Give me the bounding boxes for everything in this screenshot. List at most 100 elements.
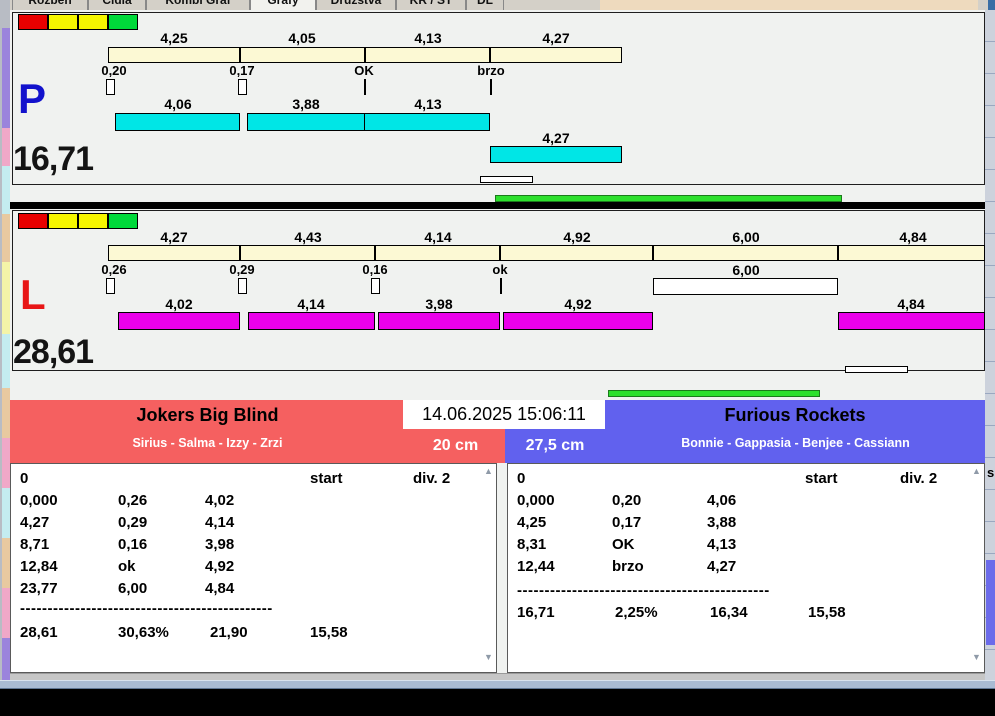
l-exchange-tick-box bbox=[371, 278, 380, 294]
status-light-yellow bbox=[48, 14, 78, 30]
status-light-green bbox=[108, 14, 138, 30]
tab-druzstva[interactable]: Druzstva bbox=[316, 0, 396, 10]
p-progress-bar bbox=[495, 195, 842, 202]
p-exchange-label: 0,20 bbox=[101, 63, 127, 78]
table-cell: 4,25 bbox=[517, 514, 547, 531]
tab-label: KR / ST bbox=[409, 0, 453, 7]
tab-kombi-graf[interactable]: Kombi Graf bbox=[146, 0, 250, 10]
l-run-label: 4,14 bbox=[297, 296, 325, 312]
tabbar-filler bbox=[600, 0, 978, 10]
team-right-jump-height: 27,5 cm bbox=[525, 437, 585, 454]
table-cell: 0,26 bbox=[118, 492, 148, 509]
lane-l-status-lights bbox=[18, 213, 138, 229]
strip-band bbox=[2, 538, 10, 588]
l-run-bar bbox=[378, 312, 500, 330]
lane-p-letter: P bbox=[18, 75, 47, 122]
l-pending-split-bar bbox=[653, 278, 838, 295]
horizontal-scrollbar[interactable] bbox=[10, 673, 985, 680]
l-exchange-label: 0,29 bbox=[229, 262, 255, 277]
p-run-bar bbox=[115, 113, 240, 131]
tab-label: Grafy bbox=[267, 0, 299, 7]
table-divider: ----------------------------------------… bbox=[20, 600, 273, 617]
status-light-yellow bbox=[48, 213, 78, 229]
scroll-down-icon[interactable]: ▼ bbox=[482, 652, 495, 662]
l-exchange-tick-line bbox=[500, 278, 502, 294]
table-cell: 0,16 bbox=[118, 536, 148, 553]
table-cell: 0 bbox=[20, 470, 29, 487]
summary-cell: 30,63% bbox=[118, 624, 169, 641]
table-cell: 0 bbox=[517, 470, 526, 487]
right-strip-cut-text: s bbox=[987, 465, 995, 480]
l-run-bar bbox=[503, 312, 653, 330]
app-window: Rozbeh Cidla Kombi Graf Grafy Druzstva K… bbox=[0, 0, 995, 716]
scroll-up-icon[interactable]: ▲ bbox=[970, 466, 983, 476]
l-split-divider bbox=[837, 245, 839, 261]
table-cell: 8,71 bbox=[20, 536, 50, 553]
tab-cidla[interactable]: Cidla bbox=[88, 0, 146, 10]
l-split-label: 4,92 bbox=[563, 229, 591, 245]
status-bar bbox=[0, 680, 995, 689]
l-run-label: 4,02 bbox=[165, 296, 193, 312]
strip-band bbox=[2, 128, 10, 166]
p-run-bar bbox=[247, 113, 365, 131]
table-cell: 23,77 bbox=[20, 580, 58, 597]
l-run-label: 4,92 bbox=[564, 296, 592, 312]
tab-rozbeh[interactable]: Rozbeh bbox=[12, 0, 88, 10]
table-cell: 12,44 bbox=[517, 558, 555, 575]
table-cell: 4,84 bbox=[205, 580, 235, 597]
strip-band bbox=[2, 388, 10, 438]
team-left-results-table[interactable] bbox=[10, 463, 497, 673]
table-cell: start bbox=[805, 470, 838, 487]
team-right-results-table[interactable] bbox=[507, 463, 985, 673]
strip-band bbox=[2, 214, 10, 262]
datetime-text: 14.06.2025 15:06:11 bbox=[422, 404, 586, 424]
lane-p-status-lights bbox=[18, 14, 138, 30]
table-cell: start bbox=[310, 470, 343, 487]
tab-grafy[interactable]: Grafy bbox=[250, 0, 316, 10]
table-cell: 0,20 bbox=[612, 492, 642, 509]
l-split-divider bbox=[374, 245, 376, 261]
scroll-down-icon[interactable]: ▼ bbox=[970, 652, 983, 662]
l-run-bar bbox=[118, 312, 240, 330]
p-run-label: 4,13 bbox=[414, 96, 442, 112]
team-left-name: Jokers Big Blind bbox=[136, 405, 279, 425]
l-exchange-label: 0,26 bbox=[101, 262, 127, 277]
status-light-red bbox=[18, 14, 48, 30]
table-cell: 8,31 bbox=[517, 536, 547, 553]
table-cell: ok bbox=[118, 558, 136, 575]
l-run-label: 4,84 bbox=[897, 296, 925, 312]
table-cell: 4,02 bbox=[205, 492, 235, 509]
p-run-label: 3,88 bbox=[292, 96, 320, 112]
strip-band bbox=[2, 438, 10, 488]
summary-cell: 16,34 bbox=[710, 604, 748, 621]
p-split-label: 4,27 bbox=[542, 30, 570, 46]
strip-band bbox=[2, 334, 10, 388]
team-right-lineup: Bonnie - Gappasia - Benjee - Cassiann bbox=[681, 436, 910, 450]
l-pending-split-label: 6,00 bbox=[732, 262, 760, 278]
p-split-divider bbox=[239, 47, 241, 63]
summary-cell: 21,90 bbox=[210, 624, 248, 641]
strip-band bbox=[2, 262, 10, 334]
p-current-run-label: 4,27 bbox=[542, 130, 570, 146]
table-cell: 0,29 bbox=[118, 514, 148, 531]
table-cell: 0,000 bbox=[517, 492, 555, 509]
lane-l-letter: L bbox=[20, 271, 46, 318]
p-exchange-label: 0,17 bbox=[229, 63, 255, 78]
l-split-divider bbox=[499, 245, 501, 261]
tab-bar: Rozbeh Cidla Kombi Graf Grafy Druzstva K… bbox=[10, 0, 995, 10]
scroll-up-icon[interactable]: ▲ bbox=[482, 466, 495, 476]
tab-kr-st[interactable]: KR / ST bbox=[396, 0, 466, 10]
table-cell: 3,98 bbox=[205, 536, 235, 553]
lane-l-total-time: 28,61 bbox=[13, 333, 94, 371]
lane-separator bbox=[10, 202, 985, 209]
l-split-label: 4,14 bbox=[424, 229, 452, 245]
table-cell: 3,88 bbox=[707, 514, 737, 531]
summary-cell: 15,58 bbox=[310, 624, 348, 641]
right-strip-thumb[interactable] bbox=[986, 560, 995, 645]
l-run-label: 3,98 bbox=[425, 296, 453, 312]
l-split-divider bbox=[239, 245, 241, 261]
team-left-lineup: Sirius - Salma - Izzy - Zrzi bbox=[132, 436, 283, 450]
l-split-divider bbox=[652, 245, 654, 261]
tab-dl[interactable]: DL bbox=[466, 0, 504, 10]
p-exchange-label: brzo bbox=[477, 63, 505, 78]
